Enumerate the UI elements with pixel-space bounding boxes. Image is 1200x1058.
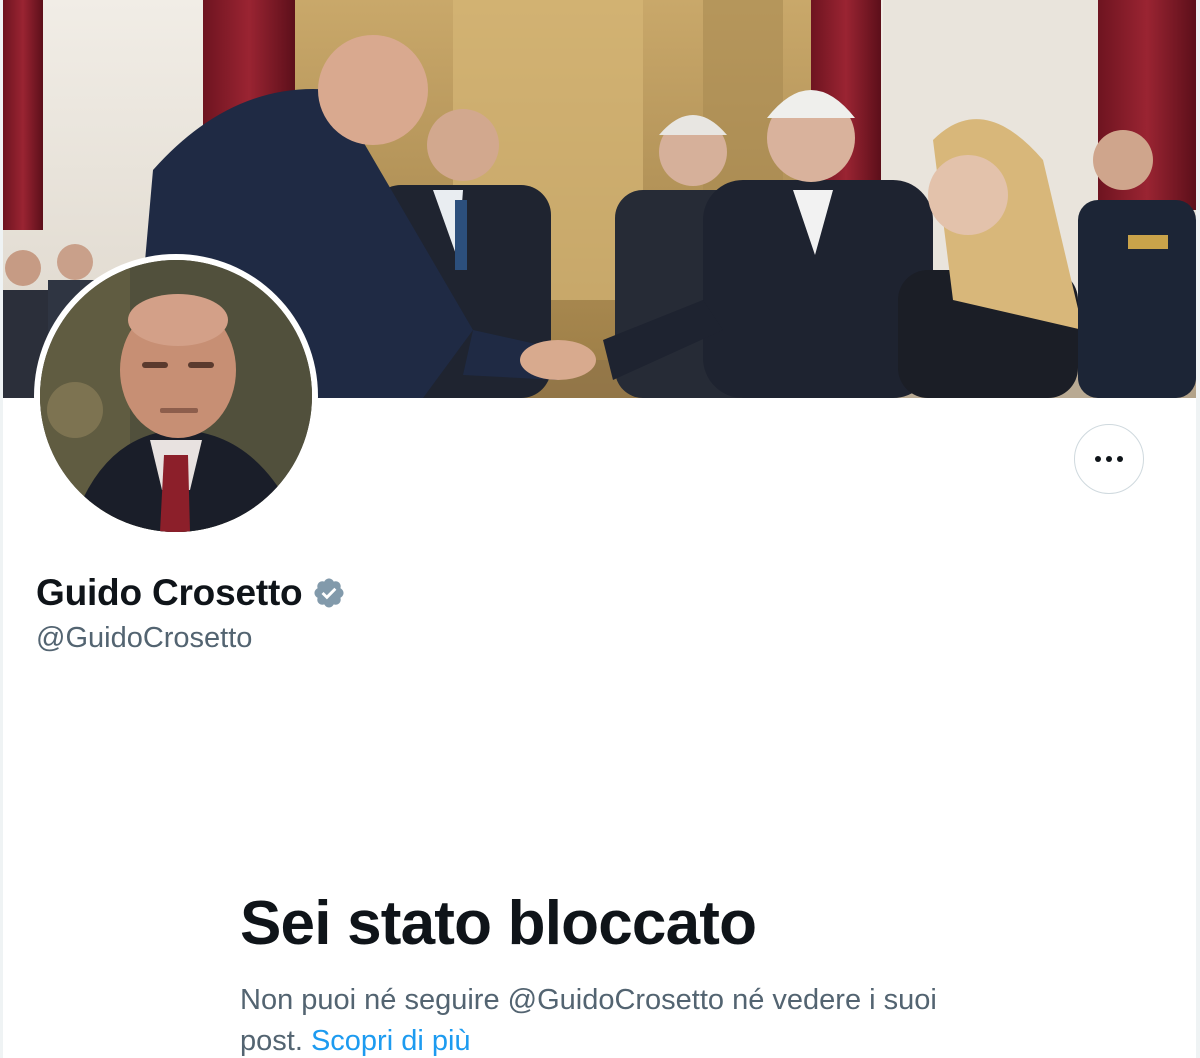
profile-handle: @GuidoCrosetto <box>36 622 253 654</box>
blocked-title: Sei stato bloccato <box>240 889 757 958</box>
column-border-right <box>1196 0 1200 1058</box>
verified-badge-icon[interactable] <box>312 576 346 610</box>
more-horizontal-icon <box>1095 456 1123 462</box>
more-options-button[interactable] <box>1074 424 1144 494</box>
blocked-description: Non puoi né seguire @GuidoCrosetto né ve… <box>240 980 940 1058</box>
avatar-image <box>40 260 312 532</box>
learn-more-link[interactable]: Scopri di più <box>311 1025 471 1057</box>
display-name: Guido Crosetto <box>36 572 303 613</box>
profile-name-row: Guido Crosetto <box>36 570 346 616</box>
profile-page: Guido Crosetto @GuidoCrosetto Sei stato … <box>0 0 1200 1058</box>
avatar[interactable] <box>34 254 318 538</box>
